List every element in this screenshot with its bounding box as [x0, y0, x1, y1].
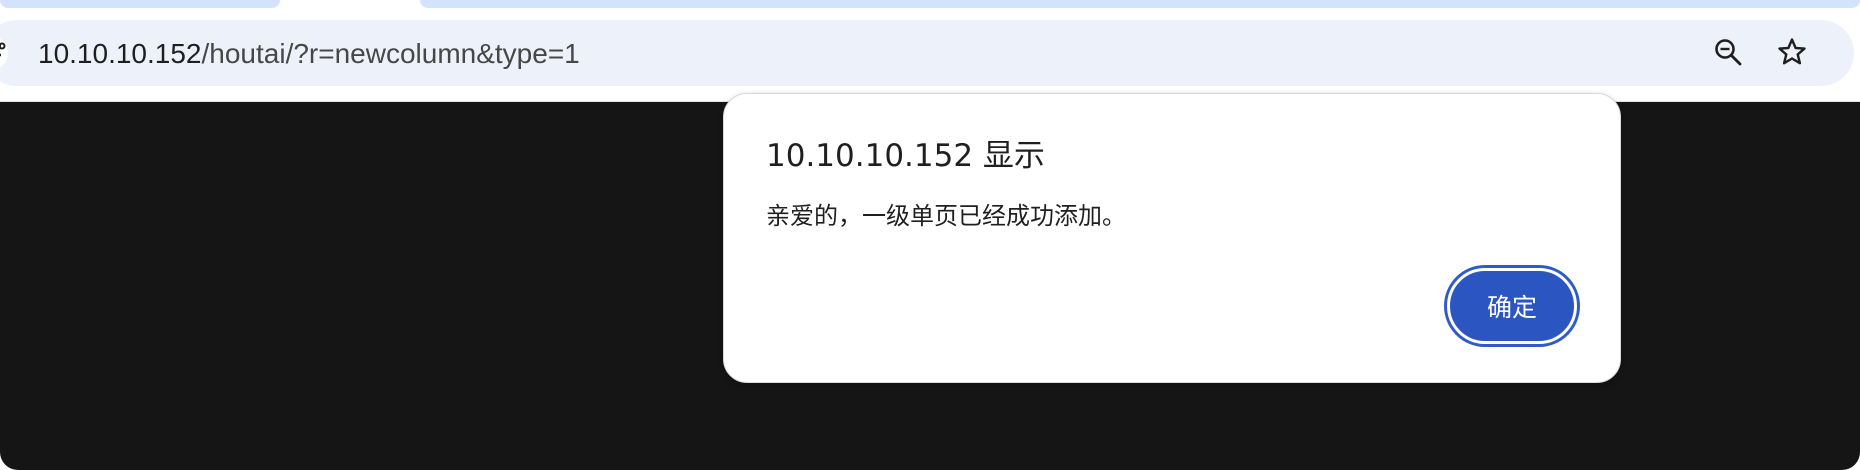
browser-window: 10.10.10.152/houtai/?r=newcolumn&type=1 [0, 0, 1860, 470]
star-icon [1777, 37, 1807, 71]
dialog-message: 亲爱的，一级单页已经成功添加。 [766, 202, 1126, 230]
bookmark-button[interactable] [1774, 36, 1810, 72]
dialog-title: 10.10.10.152 显示 [766, 138, 1045, 174]
tab-left[interactable] [0, 0, 280, 8]
zoom-out-icon [1713, 37, 1743, 71]
omnibox[interactable]: 10.10.10.152/houtai/?r=newcolumn&type=1 [0, 20, 1854, 86]
tab-active[interactable] [420, 0, 1860, 8]
url-path: /houtai/?r=newcolumn&type=1 [201, 38, 580, 69]
tab-strip [0, 0, 1860, 14]
url-host: 10.10.10.152 [38, 38, 202, 69]
browser-toolbar: 10.10.10.152/houtai/?r=newcolumn&type=1 [0, 14, 1860, 102]
zoom-button[interactable] [1710, 36, 1746, 72]
alert-dialog: 10.10.10.152 显示 亲爱的，一级单页已经成功添加。 确定 [723, 93, 1621, 383]
site-info-button[interactable] [0, 36, 8, 70]
address-bar-url[interactable]: 10.10.10.152/houtai/?r=newcolumn&type=1 [38, 37, 580, 71]
tune-icon [0, 41, 6, 65]
ok-button[interactable]: 确定 [1447, 268, 1577, 344]
